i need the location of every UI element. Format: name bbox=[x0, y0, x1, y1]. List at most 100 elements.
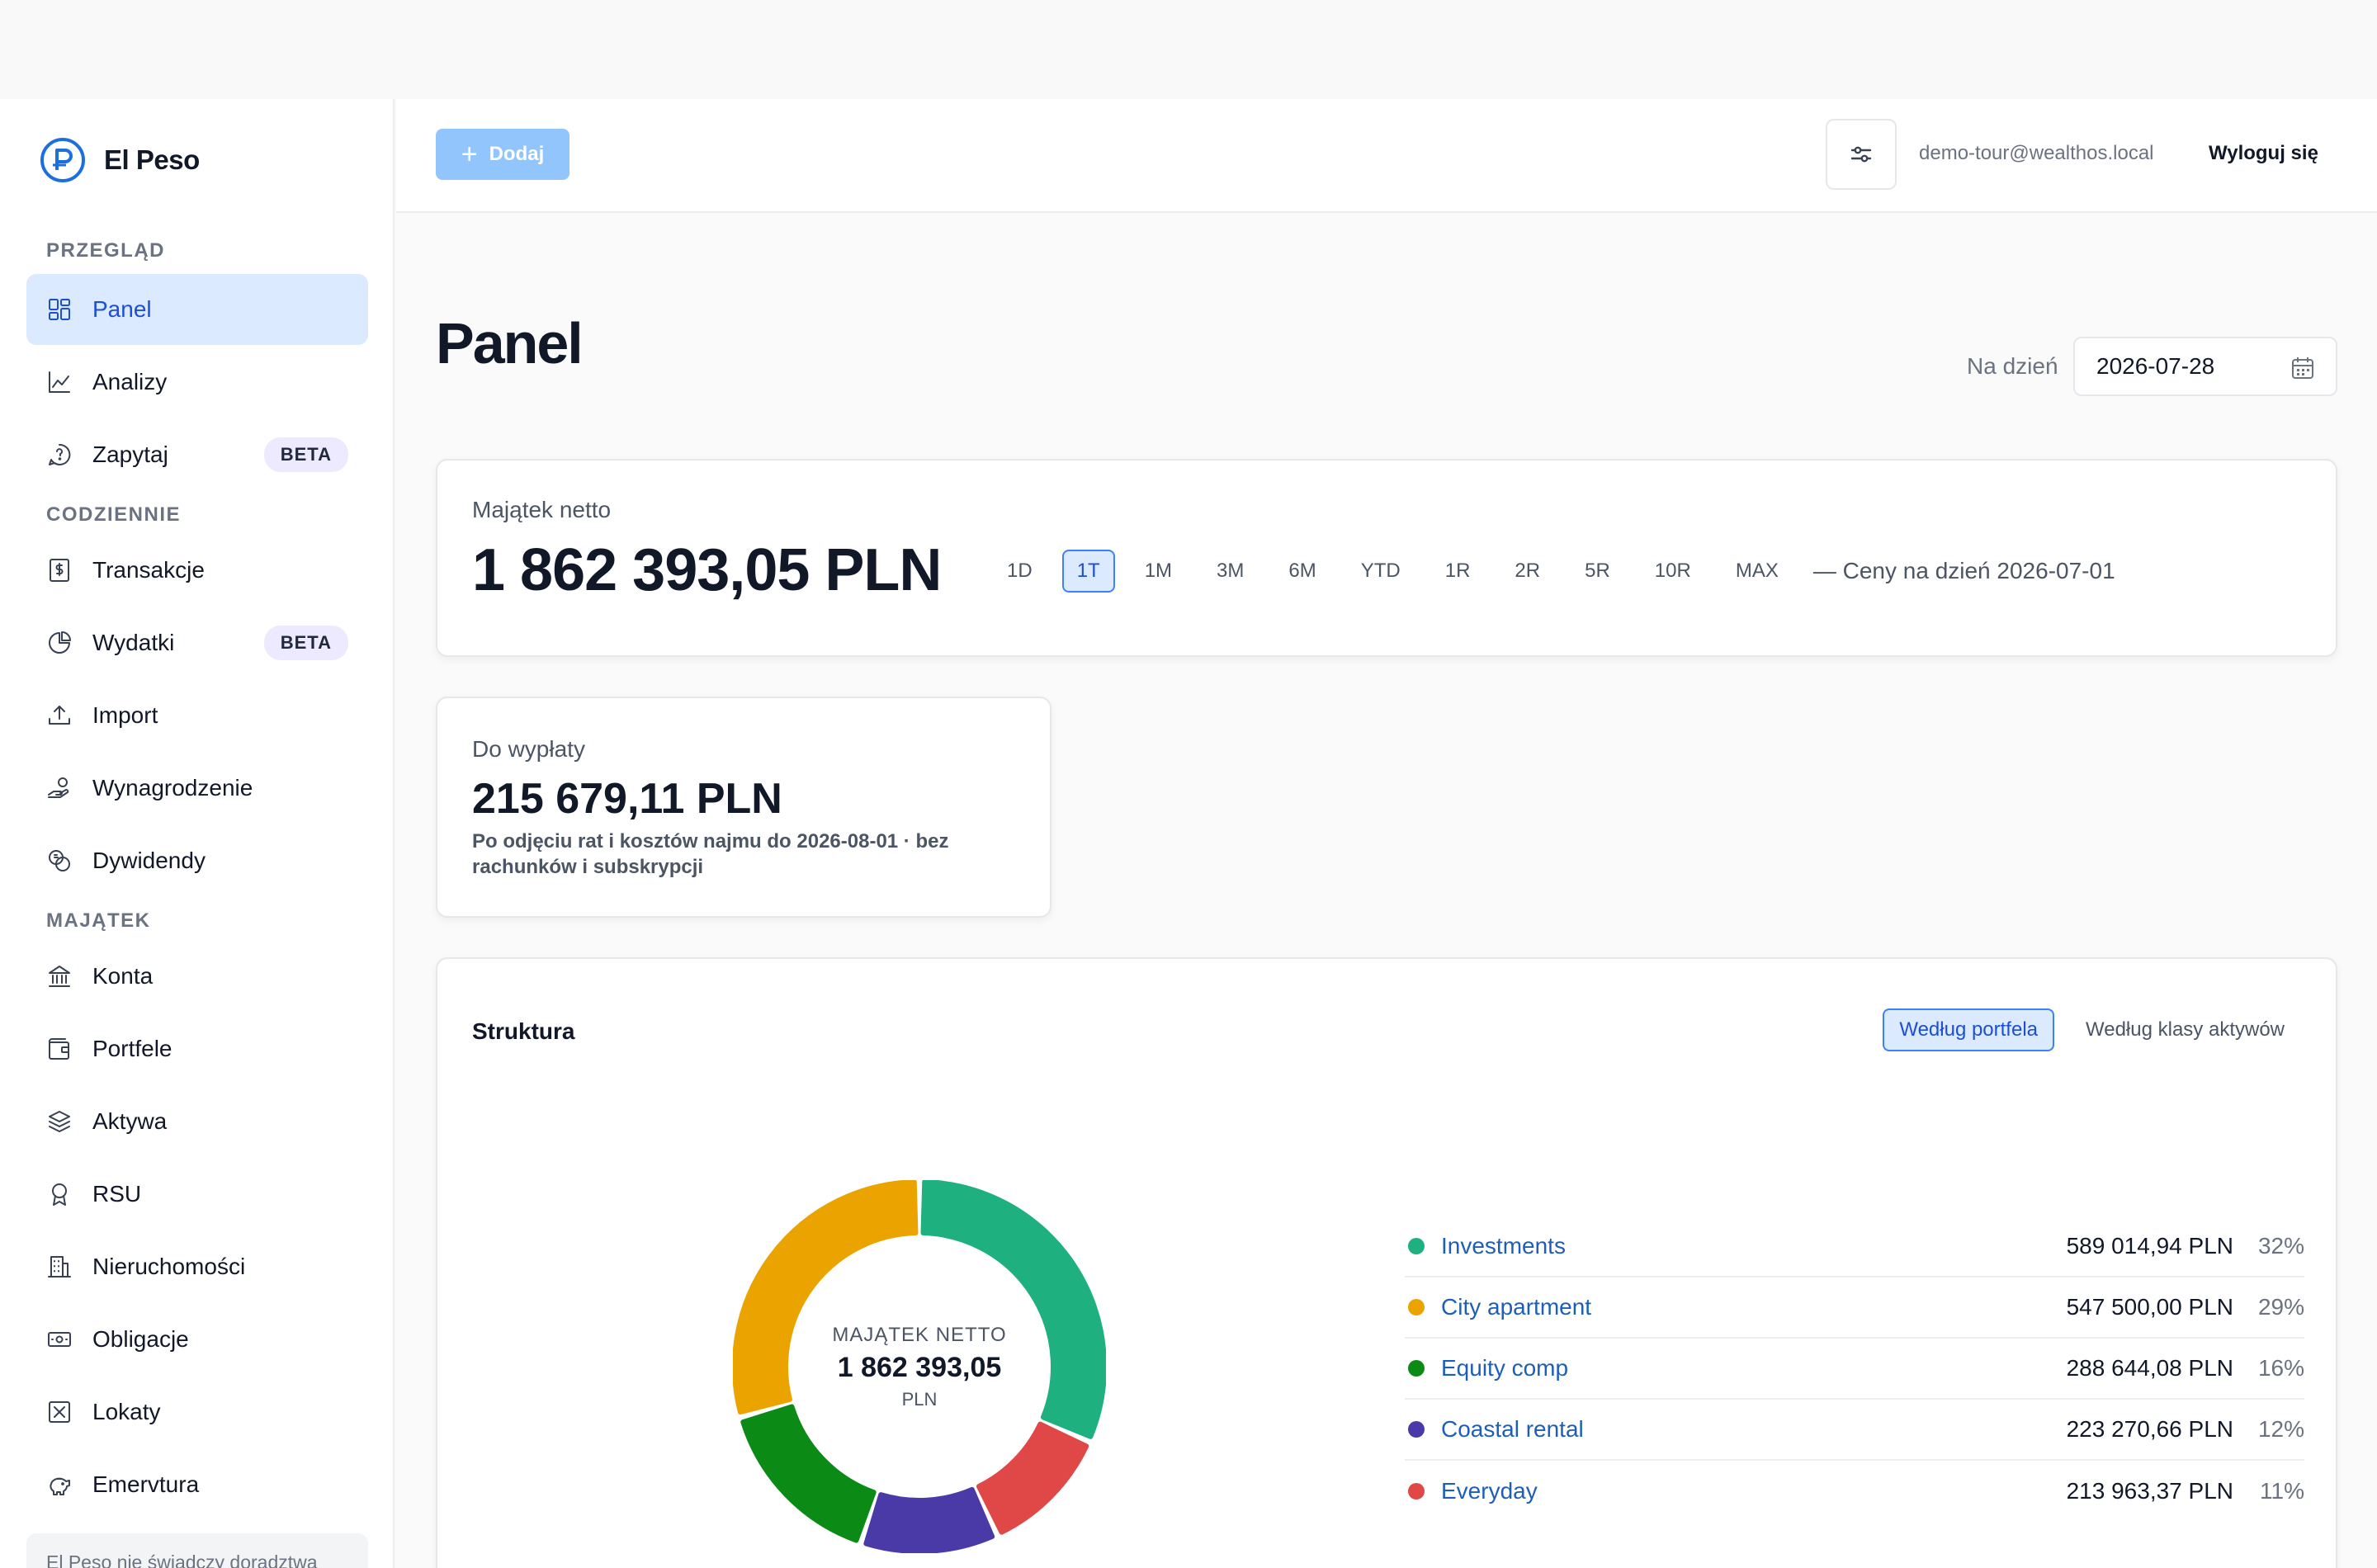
sidebar-item-dywidendy[interactable]: Dywidendy bbox=[26, 825, 368, 896]
sidebar-item-nieruchomości[interactable]: Nieruchomości bbox=[26, 1231, 368, 1302]
upload-icon bbox=[46, 702, 73, 729]
chart-line-icon bbox=[46, 369, 73, 395]
award-icon bbox=[52, 1183, 67, 1206]
dashboard-icon bbox=[49, 299, 70, 320]
salary-hand-icon bbox=[46, 775, 73, 801]
dollar-receipt-icon bbox=[50, 559, 69, 582]
structure-tabs: Według portfela Według klasy aktywów bbox=[1883, 1008, 2301, 1051]
sidebar-item-rsu[interactable]: RSU bbox=[26, 1159, 368, 1230]
banknote-icon bbox=[48, 1332, 71, 1347]
range-selector: 1D 1T 1M 3M 6M YTD 1R 2R 5R 10R MAX — Ceny na dzie… bbox=[992, 550, 2115, 593]
legend-portfolio-link[interactable]: Coastal rental bbox=[1441, 1416, 1584, 1443]
chat-question-icon bbox=[49, 443, 71, 465]
brand[interactable]: El Peso bbox=[40, 137, 200, 183]
range-10r[interactable]: 10R bbox=[1640, 550, 1706, 593]
building-icon bbox=[46, 1254, 73, 1280]
range-1m[interactable]: 1M bbox=[1130, 550, 1187, 593]
legend-value: 547 500,00 PLN bbox=[2066, 1294, 2233, 1320]
structure-title: Struktura bbox=[472, 1018, 575, 1044]
donut-center-value: 1 862 393,05 bbox=[837, 1351, 1002, 1383]
structure-legend: Investments 589 014,94 PLN 32% City apar… bbox=[1405, 1216, 2304, 1522]
range-1t[interactable]: 1T bbox=[1061, 550, 1115, 593]
legend-value: 589 014,94 PLN bbox=[2066, 1233, 2233, 1259]
payout-label: Do wypłaty bbox=[472, 736, 585, 762]
sidebar-item-label: Wynagrodzenie bbox=[92, 775, 253, 801]
range-3m[interactable]: 3M bbox=[1202, 550, 1259, 593]
sidebar-item-wynagrodzenie[interactable]: Wynagrodzenie bbox=[26, 753, 368, 824]
sidebar-item-transakcje[interactable]: Transakcje bbox=[26, 535, 368, 606]
add-button-label: Dodaj bbox=[489, 143, 545, 165]
legend-portfolio-link[interactable]: City apartment bbox=[1441, 1294, 1591, 1320]
section-label: CODZIENNIE bbox=[46, 503, 182, 526]
sidebar-item-label: Panel bbox=[92, 296, 152, 322]
bank-icon bbox=[49, 966, 70, 987]
wallet-icon bbox=[49, 1038, 69, 1060]
beta-badge: BETA bbox=[263, 626, 348, 660]
range-1r[interactable]: 1R bbox=[1430, 550, 1486, 593]
wallet-icon bbox=[46, 1036, 73, 1062]
donut-center-label: MAJĄTEK NETTO bbox=[832, 1323, 1007, 1346]
sidebar-item-aktywa[interactable]: Aktywa bbox=[26, 1086, 368, 1157]
sidebar-item-wydatki[interactable]: Wydatki BETA bbox=[26, 607, 368, 678]
sidebar-item-label: Transakcje bbox=[92, 557, 205, 583]
sidebar-item-zapytaj[interactable]: Zapytaj BETA bbox=[26, 419, 368, 490]
pie-chart-icon bbox=[46, 630, 73, 656]
donut-center: MAJĄTEK NETTO 1 862 393,05 PLN bbox=[733, 1180, 1106, 1553]
legend-swatch bbox=[1408, 1238, 1425, 1254]
range-1d[interactable]: 1D bbox=[992, 550, 1047, 593]
sidebar-item-emervtura[interactable]: Emervtura bbox=[26, 1449, 368, 1520]
sidebar-item-analizy[interactable]: Analizy bbox=[26, 347, 368, 418]
sidebar-item-label: Wydatki bbox=[92, 630, 175, 655]
range-ytd[interactable]: YTD bbox=[1346, 550, 1415, 593]
legend-row: Investments 589 014,94 PLN 32% bbox=[1405, 1216, 2304, 1278]
legend-row: Equity comp 288 644,08 PLN 16% bbox=[1405, 1339, 2304, 1400]
upload-icon bbox=[49, 706, 70, 725]
tab-by-portfolio[interactable]: Według portfela bbox=[1883, 1008, 2055, 1051]
date-label: Na dzień bbox=[1967, 353, 2058, 379]
sidebar-item-label: Zapytaj bbox=[92, 442, 168, 467]
sidebar-item-obligacje[interactable]: Obligacje bbox=[26, 1304, 368, 1375]
section-label: MAJĄTEK bbox=[46, 909, 151, 932]
bank-icon bbox=[46, 963, 73, 989]
legend-portfolio-link[interactable]: Investments bbox=[1441, 1233, 1566, 1259]
settings-button[interactable] bbox=[1826, 119, 1897, 190]
building-icon bbox=[48, 1256, 71, 1278]
beta-badge: BETA bbox=[263, 437, 348, 472]
range-2r[interactable]: 2R bbox=[1500, 550, 1555, 593]
range-max[interactable]: MAX bbox=[1721, 550, 1793, 593]
add-button[interactable]: + Dodaj bbox=[436, 129, 569, 180]
tab-by-asset-class[interactable]: Według klasy aktywów bbox=[2069, 1008, 2301, 1051]
date-input[interactable]: 2026-07-28 bbox=[2073, 337, 2337, 396]
donut-chart: MAJĄTEK NETTO 1 862 393,05 PLN bbox=[732, 1179, 1107, 1554]
legend-value: 223 270,66 PLN bbox=[2066, 1416, 2233, 1442]
sidebar-item-lokaty[interactable]: Lokaty bbox=[26, 1377, 368, 1448]
plus-icon: + bbox=[461, 139, 478, 170]
dollar-receipt-icon bbox=[46, 557, 73, 583]
legend-portfolio-link[interactable]: Everyday bbox=[1441, 1478, 1538, 1504]
legend-row: Everyday 213 963,37 PLN 11% bbox=[1405, 1461, 2304, 1522]
coins-icon bbox=[46, 848, 73, 874]
sidebar-item-panel[interactable]: Panel bbox=[26, 274, 368, 345]
piggy-bank-icon bbox=[46, 1471, 73, 1498]
net-worth-value: 1 862 393,05 PLN bbox=[472, 537, 942, 603]
payout-value: 215 679,11 PLN bbox=[472, 775, 782, 823]
section-label: PRZEGLĄD bbox=[46, 239, 165, 262]
range-6m[interactable]: 6M bbox=[1274, 550, 1330, 593]
donut-center-currency: PLN bbox=[901, 1388, 938, 1410]
sidebar-item-portfele[interactable]: Portfele bbox=[26, 1013, 368, 1084]
page-title: Panel bbox=[436, 311, 584, 375]
legend-swatch bbox=[1408, 1421, 1425, 1438]
payout-note: Po odjęciu rat i kosztów najmu do 2026-0… bbox=[472, 830, 949, 878]
legend-percent: 29% bbox=[2257, 1294, 2304, 1320]
sidebar-item-konta[interactable]: Konta bbox=[26, 941, 368, 1012]
calendar-icon[interactable] bbox=[2290, 355, 2316, 381]
legend-percent: 11% bbox=[2260, 1478, 2304, 1504]
range-5r[interactable]: 5R bbox=[1570, 550, 1625, 593]
sidebar-item-import[interactable]: Import bbox=[26, 680, 368, 751]
logout-link[interactable]: Wyloguj się bbox=[2209, 142, 2318, 165]
salary-hand-icon bbox=[48, 777, 69, 798]
sidebar-item-label: Emervtura bbox=[92, 1471, 200, 1497]
sidebar-item-label: Analizy bbox=[92, 369, 168, 394]
legend-portfolio-link[interactable]: Equity comp bbox=[1441, 1355, 1568, 1381]
chart-line-icon bbox=[49, 371, 70, 393]
